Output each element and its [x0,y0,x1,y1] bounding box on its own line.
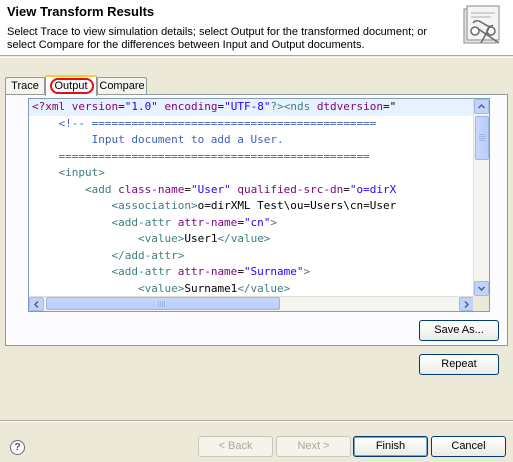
scroll-up-button[interactable] [474,99,489,114]
vertical-scrollbar[interactable] [473,99,489,297]
tab-output[interactable]: Output [45,75,97,96]
code-line: <value>User1</value> [32,232,271,245]
code-line: ========================================… [32,149,370,163]
vertical-scroll-thumb[interactable] [475,116,489,160]
code-line: <add-attr attr-name="cn"> [32,215,278,229]
code-line: <input> [32,166,105,179]
next-button[interactable]: Next > [276,436,351,457]
xml-code-area[interactable]: <?xml version="1.0" encoding="UTF-8"?><n… [29,99,475,297]
chevron-up-icon [478,103,485,109]
scroll-left-button[interactable] [29,297,44,311]
xml-output-editor[interactable]: <?xml version="1.0" encoding="UTF-8"?><n… [28,98,490,312]
chevron-left-icon [33,300,39,308]
help-icon[interactable]: ? [10,440,25,455]
back-button[interactable]: < Back [198,436,273,457]
horizontal-scrollbar[interactable] [29,296,475,311]
code-line: Input document to add a User. [32,133,284,146]
code-line: </add-attr> [32,248,185,262]
horizontal-scroll-thumb[interactable] [46,297,280,310]
code-line: <add class-name="User" qualified-src-dn=… [32,182,397,196]
tab-compare[interactable]: Compare [97,77,147,95]
finish-button[interactable]: Finish [353,436,428,457]
tab-trace[interactable]: Trace [5,77,45,95]
scroll-down-button[interactable] [474,281,489,296]
code-line: <?xml version="1.0" encoding="UTF-8"?><n… [29,99,475,116]
page-description: Select Trace to view simulation details;… [7,26,428,51]
chevron-down-icon [478,286,485,292]
transform-wizard-icon [463,5,500,44]
page-title: View Transform Results [7,4,155,19]
save-as-button[interactable]: Save As... [419,320,499,341]
code-line: <!-- ===================================… [32,116,377,130]
scroll-right-button[interactable] [459,297,474,311]
code-line: <value>Surname1</value> [32,281,291,295]
chevron-right-icon [464,300,470,308]
cancel-button[interactable]: Cancel [431,436,506,457]
wizard-header: View Transform Results Select Trace to v… [0,0,513,56]
repeat-button[interactable]: Repeat [419,354,499,375]
code-line: <association>o=dirXML Test\ou=Users\cn=U… [32,199,397,212]
code-line: <add-attr attr-name="Surname"> [32,265,311,278]
